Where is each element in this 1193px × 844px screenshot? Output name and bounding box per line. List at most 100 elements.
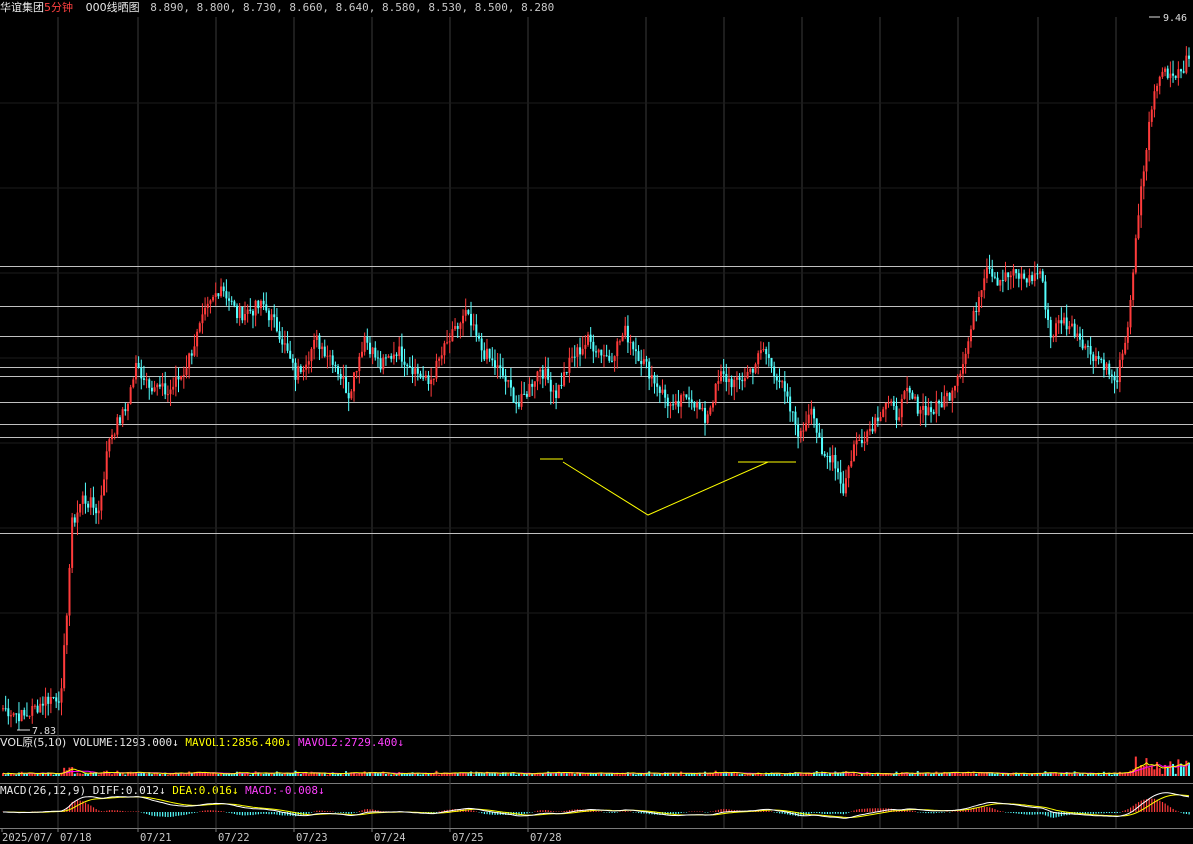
volume-chart[interactable] [0,735,1193,783]
price-chart[interactable]: 9.46 7.83 [0,0,1193,735]
volume-bar [802,774,805,776]
volume-bar [839,773,842,776]
candle-body [470,313,473,326]
candle-body [342,377,345,379]
candle-body [33,705,36,707]
macd-histogram-bar [209,810,212,812]
macd-histogram-bar [627,811,629,812]
candle-body [382,357,385,370]
candle-body [129,387,132,404]
candle-body [116,417,119,435]
macd-histogram-bar [858,809,860,812]
candle-body [645,359,648,362]
macd-histogram-bar [95,809,97,812]
candle-body [329,355,332,357]
candle-body [331,355,334,365]
macd-histogram-bar [1129,807,1132,812]
candle-body [499,365,502,369]
candle-body [36,705,39,713]
macd-histogram-bar [180,812,182,816]
volume-bar [1134,756,1137,776]
volume-bar [791,773,794,776]
macd-histogram-bar [87,804,89,812]
volume-bar [1150,766,1153,776]
volume-bar [419,774,422,776]
candle-body [1097,356,1100,360]
candle-body [826,455,829,457]
candle-body [241,306,244,321]
candle-body [996,277,999,286]
candle-body [515,402,518,404]
candle-body [411,367,414,375]
volume-bar [863,774,866,776]
macd-histogram-bar [526,812,528,814]
macd-histogram-bar [685,812,688,813]
volume-bar [1020,773,1023,776]
macd-histogram-bar [914,811,916,812]
candle-body [177,377,180,380]
volume-bar [438,774,441,776]
candle-body [206,303,209,308]
volume-bar [73,773,76,776]
candle-body [430,379,433,385]
macd-histogram-bar [92,807,95,812]
macd-histogram-bar [983,807,985,812]
candle-body [552,390,555,392]
candle-body [44,696,47,706]
date-label-7: 07/28 [530,832,562,844]
volume-bar [781,774,784,776]
candle-body [448,341,451,343]
macd-chart[interactable] [0,783,1193,828]
macd-histogram-bar [1036,812,1039,815]
macd-histogram-bar [1103,812,1105,814]
candle-body [1126,327,1129,343]
macd-histogram-bar [619,811,621,812]
macd-histogram-bar [1042,812,1044,815]
candle-body [406,364,409,366]
macd-histogram-bar [542,810,544,812]
candle-body [701,407,704,410]
candle-body [496,365,499,368]
volume-bar [999,774,1002,776]
candle-body [999,280,1002,286]
candle-body [634,349,637,352]
volume-bar [259,773,262,776]
candle-body [291,358,294,363]
macd-histogram-bar [438,811,440,812]
candle-body [148,379,151,388]
volume-bar [1161,773,1164,776]
volume-bar [113,773,116,776]
candle-body [1121,353,1124,360]
candle-body [358,356,361,372]
candle-body [839,472,842,484]
macd-histogram-bar [143,812,145,814]
candle-body [1086,345,1089,347]
candle-body [757,353,760,365]
macd-histogram-bar [991,808,993,812]
macd-histogram-bar [957,810,959,812]
macd-histogram-bar [616,812,618,813]
candle-body [581,348,584,355]
candle-body [783,381,786,392]
volume-bar [339,773,342,776]
macd-histogram-bar [840,812,842,814]
volume-bar [935,771,938,776]
candle-body [166,394,169,396]
candle-body [613,356,616,362]
macd-histogram-bar [717,809,720,812]
volume-bar [1100,774,1103,776]
macd-histogram-bar [1156,799,1158,812]
candle-body [640,360,643,364]
candle-body [20,709,23,722]
candle-body [485,348,488,360]
macd-histogram-bar [536,810,539,812]
macd-histogram-bar [1095,812,1097,814]
candle-body [1047,309,1050,320]
candle-body [951,390,954,401]
macd-histogram-bar [529,812,531,813]
volume-bar [440,773,443,776]
candle-body [28,715,31,717]
macd-histogram-bar [1100,812,1102,814]
candle-body [52,696,55,698]
candle-body [259,300,262,309]
